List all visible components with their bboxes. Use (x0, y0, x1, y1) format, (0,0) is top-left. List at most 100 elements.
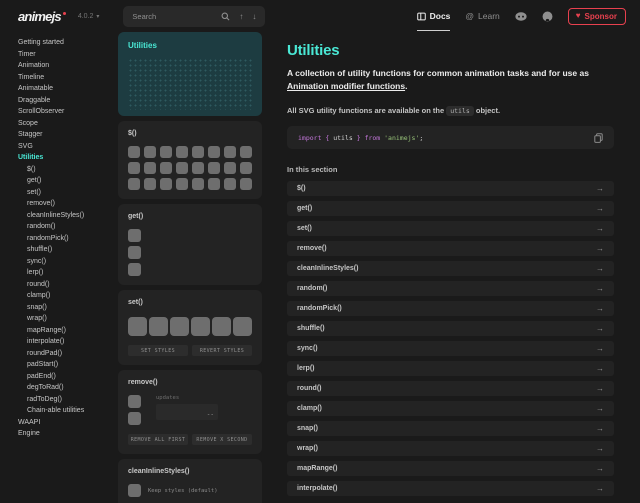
section-link-row[interactable]: random() → (287, 281, 614, 296)
note-text-after: object. (474, 106, 500, 115)
search-box[interactable]: Search ↑ ↓ (123, 6, 265, 27)
sidebar-item[interactable]: shuffle() (18, 244, 118, 256)
sponsor-button[interactable]: ♥ Sponsor (568, 8, 626, 25)
demo-square (128, 146, 140, 158)
sidebar-item[interactable]: roundPad() (18, 348, 118, 360)
sidebar-item[interactable]: $() (18, 164, 118, 176)
section-link-row[interactable]: set() → (287, 221, 614, 236)
demo-card-clean-inline-styles[interactable]: cleanInlineStyles() Keep styles (default… (118, 459, 262, 503)
section-link-row[interactable]: sync() → (287, 341, 614, 356)
sidebar-item[interactable]: random() (18, 221, 118, 233)
logo[interactable]: animejs (18, 9, 66, 24)
sidebar-item-label: SVG (18, 143, 33, 150)
arrow-down-icon[interactable]: ↓ (252, 12, 256, 21)
utilities-hero-card[interactable]: Utilities (118, 32, 262, 116)
demo-card-dollar[interactable]: $() (118, 121, 262, 199)
square-column (128, 229, 141, 276)
demo-card-remove[interactable]: remove() updates -- REMOVE ALL FIRSTREMO… (118, 370, 262, 454)
sidebar-item[interactable]: remove() (18, 198, 118, 210)
sidebar-item[interactable]: set() (18, 187, 118, 199)
demo-square (128, 317, 147, 336)
demo-card-set[interactable]: set() SET STYLES REVERT STYLES (118, 290, 262, 365)
section-link-label: sync() (297, 345, 318, 352)
sidebar-item[interactable]: mapRange() (18, 325, 118, 337)
section-link-row[interactable]: interpolate() → (287, 481, 614, 496)
modifier-functions-link[interactable]: Animation modifier functions (287, 81, 405, 91)
sidebar-item[interactable]: Getting started (18, 37, 118, 49)
sidebar-item[interactable]: snap() (18, 302, 118, 314)
sidebar-item[interactable]: lerp() (18, 267, 118, 279)
demo-button[interactable]: REVERT STYLES (192, 345, 252, 356)
sidebar-item[interactable]: degToRad() (18, 382, 118, 394)
sidebar-item[interactable]: Animation (18, 60, 118, 72)
sidebar-item[interactable]: padEnd() (18, 371, 118, 383)
section-link-row[interactable]: round() → (287, 381, 614, 396)
sidebar-item[interactable]: round() (18, 279, 118, 291)
intro-paragraph: A collection of utility functions for co… (287, 67, 592, 93)
section-link-label: mapRange() (297, 465, 337, 472)
updates-value: -- (207, 411, 214, 418)
section-link-row[interactable]: $() → (287, 181, 614, 196)
section-link-row[interactable]: get() → (287, 201, 614, 216)
copy-code-button[interactable] (594, 133, 603, 143)
sidebar-item[interactable]: SVG (18, 141, 118, 153)
sidebar-item[interactable]: Chain-able utilities (18, 405, 118, 417)
sidebar-item[interactable]: Scope (18, 118, 118, 130)
demo-square (160, 178, 172, 190)
demo-button[interactable]: REMOVE X SECOND (192, 434, 252, 445)
section-link-row[interactable]: remove() → (287, 241, 614, 256)
arrow-up-icon[interactable]: ↑ (239, 12, 243, 21)
sidebar-item[interactable]: padStart() (18, 359, 118, 371)
discord-icon[interactable] (515, 12, 527, 21)
section-link-row[interactable]: wrap() → (287, 441, 614, 456)
demo-square (192, 162, 204, 174)
sidebar-item[interactable]: Utilities (18, 152, 118, 164)
sidebar-item[interactable]: get() (18, 175, 118, 187)
sidebar-item[interactable]: WAAPI (18, 417, 118, 429)
section-link-row[interactable]: lerp() → (287, 361, 614, 376)
section-link-row[interactable]: snap() → (287, 421, 614, 436)
sidebar-item[interactable]: radToDeg() (18, 394, 118, 406)
sidebar-item[interactable]: Stagger (18, 129, 118, 141)
sidebar-item[interactable]: randomPick() (18, 233, 118, 245)
demo-card-label: set() (128, 299, 252, 306)
demo-button-row: REMOVE ALL FIRST REMOVE X SECOND (128, 434, 252, 445)
top-bar: animejs 4.0.2 ▾ Search ↑ ↓ Docs @ Learn (0, 0, 640, 32)
arrow-right-icon: → (596, 324, 604, 333)
demo-card-get[interactable]: get() (118, 204, 262, 285)
section-link-row[interactable]: clamp() → (287, 401, 614, 416)
sidebar-item-label: roundPad() (27, 350, 62, 357)
demo-option-label: Keep styles (default) (148, 488, 218, 494)
sidebar-item[interactable]: wrap() (18, 313, 118, 325)
sidebar-item[interactable]: Animatable (18, 83, 118, 95)
demo-button[interactable]: SET STYLES (128, 345, 188, 356)
section-link-label: random() (297, 285, 327, 292)
nav-learn[interactable]: @ Learn (465, 11, 499, 21)
demo-square (128, 162, 140, 174)
sidebar-item[interactable]: interpolate() (18, 336, 118, 348)
demo-card-label: get() (128, 213, 252, 220)
sidebar-item[interactable]: ScrollObserver (18, 106, 118, 118)
section-link-row[interactable]: shuffle() → (287, 321, 614, 336)
section-link-label: shuffle() (297, 325, 325, 332)
sidebar-item[interactable]: sync() (18, 256, 118, 268)
sidebar-item[interactable]: Draggable (18, 95, 118, 107)
section-link-label: get() (297, 205, 312, 212)
updates-label: updates (156, 395, 252, 401)
sidebar-item-label: remove() (27, 200, 55, 207)
sidebar-item[interactable]: Timeline (18, 72, 118, 84)
section-link-row[interactable]: mapRange() → (287, 461, 614, 476)
section-link-row[interactable]: cleanInlineStyles() → (287, 261, 614, 276)
sidebar-item[interactable]: clamp() (18, 290, 118, 302)
section-link-label: remove() (297, 245, 327, 252)
section-link-row[interactable]: randomPick() → (287, 301, 614, 316)
square-grid (128, 146, 252, 190)
version-selector[interactable]: 4.0.2 ▾ (78, 13, 100, 20)
demo-square (128, 229, 141, 242)
nav-docs[interactable]: Docs (417, 11, 451, 21)
sidebar-item[interactable]: cleanInlineStyles() (18, 210, 118, 222)
sidebar-item[interactable]: Engine (18, 428, 118, 440)
github-icon[interactable] (542, 11, 553, 22)
demo-button[interactable]: REMOVE ALL FIRST (128, 434, 188, 445)
sidebar-item[interactable]: Timer (18, 49, 118, 61)
